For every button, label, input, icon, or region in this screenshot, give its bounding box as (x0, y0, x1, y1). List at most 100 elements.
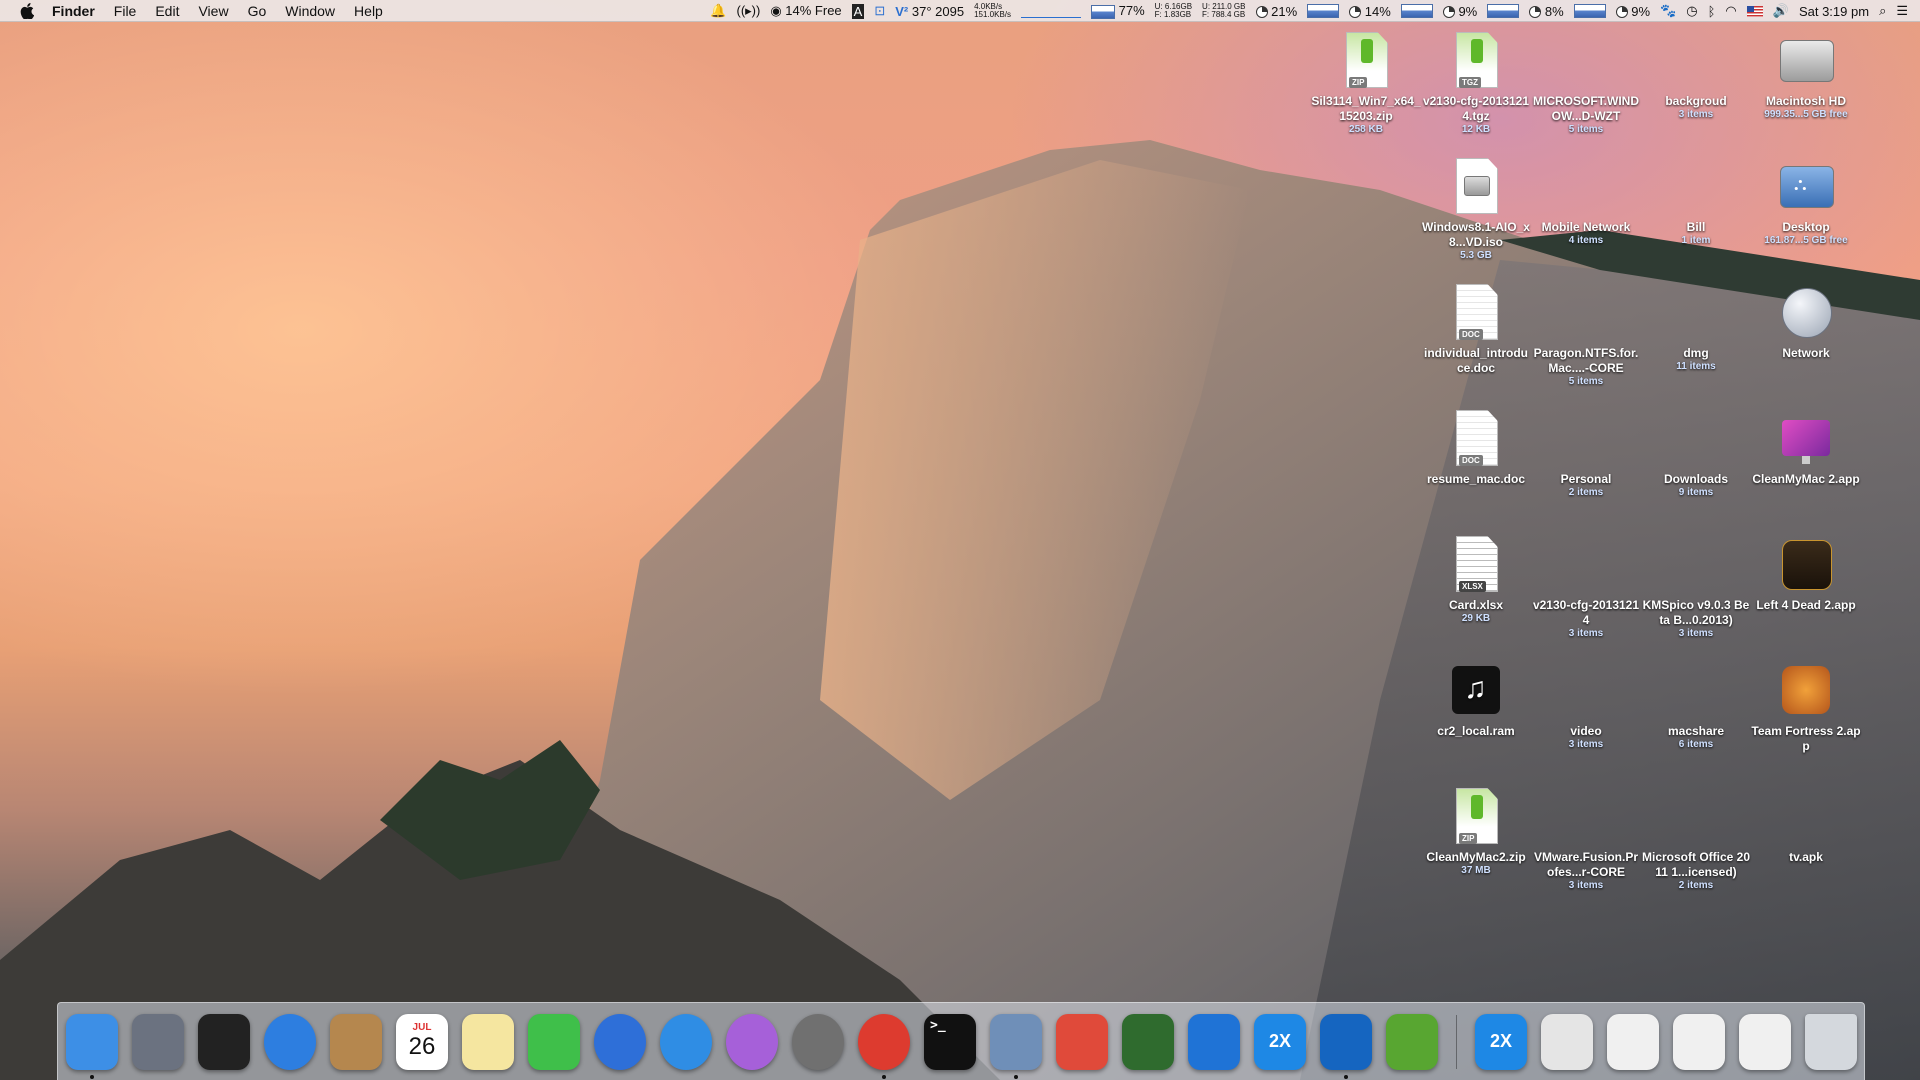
growl-icon[interactable]: 🐾 (1660, 3, 1676, 19)
desktop-icon-app-l4d2[interactable]: Left 4 Dead 2.app (1751, 532, 1861, 613)
dock-teamviewer-icon[interactable] (1188, 1013, 1240, 1070)
desktop-icon-folder[interactable]: dmg 11 items (1641, 280, 1751, 373)
desktop-icon-folder[interactable]: Mobile Network 4 items (1531, 154, 1641, 247)
dock-openoffice-icon[interactable] (1320, 1013, 1372, 1079)
desktop-icon-folder[interactable]: tv.apk (1751, 784, 1861, 865)
dock-calendar-icon[interactable]: JUL 26 (396, 1013, 448, 1070)
folder-icon (1664, 406, 1728, 470)
desktop-icon-folder[interactable]: macshare 6 items (1641, 658, 1751, 751)
dock-2x-client-icon[interactable]: 2X (1254, 1013, 1306, 1070)
menu-go[interactable]: Go (248, 3, 267, 19)
desktop-icon-label: VMware.Fusion.Profes...r-CORE (1533, 850, 1639, 879)
dock-utorrent-icon[interactable] (1386, 1013, 1438, 1070)
memory-clean-status[interactable]: ◉ 14% Free (770, 3, 841, 19)
desktop-icon-label: resume_mac.doc (1426, 472, 1526, 486)
desktop-icon-doc[interactable]: DOC individual_introduce.doc (1421, 280, 1531, 376)
cpu-status-4[interactable]: 8% (1529, 4, 1564, 19)
folder-icon (1664, 28, 1728, 92)
dock-finder-icon[interactable] (66, 1013, 118, 1079)
battery-graph-icon (1091, 4, 1116, 19)
menu-file[interactable]: File (114, 3, 137, 19)
menu-edit[interactable]: Edit (155, 3, 179, 19)
desktop-icon-globe[interactable]: Network (1751, 280, 1861, 361)
font-icon[interactable]: A (851, 3, 865, 19)
clock[interactable]: Sat 3:19 pm (1799, 4, 1869, 19)
desktop-icon-label: Paragon.NTFS.for.Mac....-CORE (1533, 346, 1639, 375)
input-source-flag-icon[interactable] (1746, 5, 1763, 17)
desktop-icon-folder[interactable]: MICROSOFT.WINDOW...D-WZT 5 items (1531, 28, 1641, 136)
desktop-icon-folder[interactable]: Paragon.NTFS.for.Mac....-CORE 5 items (1531, 280, 1641, 388)
time-machine-icon[interactable]: ◷ (1686, 3, 1697, 19)
dock-file-stack-icon[interactable] (1541, 1013, 1593, 1070)
desktop-icon-folder[interactable]: Personal 2 items (1531, 406, 1641, 499)
sync-icon[interactable]: ⊡ (874, 3, 885, 19)
desktop-icon-info: 1 item (1681, 235, 1711, 246)
dock-preview-icon[interactable] (990, 1013, 1042, 1079)
zip-file-icon: ZIP (1334, 28, 1398, 92)
desktop-icon-music[interactable]: ♫ cr2_local.ram (1421, 658, 1531, 739)
wifi-icon[interactable]: ◠ (1725, 3, 1736, 19)
notification-center-icon[interactable]: ☰ (1896, 3, 1908, 19)
dock-terminal-icon[interactable]: >_ (924, 1013, 976, 1070)
app-menu-finder[interactable]: Finder (52, 3, 95, 19)
dock-feedback-icon[interactable] (726, 1013, 778, 1070)
desktop-icon-folder[interactable]: Bill 1 item (1641, 154, 1751, 247)
network-speed[interactable]: 4.0KB/s 151.0KB/s (974, 3, 1011, 19)
disk-usage[interactable]: U: 211.0 GB F: 788.4 GB (1202, 3, 1245, 19)
desktop-icon-doc[interactable]: DOC resume_mac.doc (1421, 406, 1531, 487)
desktop-icon-network-drive[interactable]: ⛬ Desktop 161.87...5 GB free (1751, 154, 1861, 247)
cpu-status-5[interactable]: 9% (1615, 4, 1650, 19)
apple-menu-icon[interactable] (20, 2, 38, 19)
desktop-icon-tgz[interactable]: TGZ v2130-cfg-20131214.tgz 12 KB (1421, 28, 1531, 136)
desktop-icon-label: backgroud (1665, 94, 1727, 108)
bluetooth-icon[interactable]: ᛒ (1708, 4, 1716, 19)
cpu-status-2[interactable]: 14% (1349, 4, 1391, 19)
temperature-status[interactable]: V² 37° 2095 (895, 4, 964, 19)
dock-app-store-icon[interactable] (660, 1013, 712, 1070)
dock-mission-control-icon[interactable] (198, 1013, 250, 1070)
volume-icon[interactable]: 🔊 (1773, 3, 1789, 19)
dock-itunes-icon[interactable] (594, 1013, 646, 1070)
desktop-icon-label: CleanMyMac 2.app (1752, 472, 1860, 486)
desktop-icon-info: 999.35...5 GB free (1764, 109, 1848, 120)
dock-facetime-icon[interactable] (528, 1013, 580, 1070)
desktop-icon-iso[interactable]: Windows8.1-AIO_x8...VD.iso 5.3 GB (1421, 154, 1531, 262)
twox-label: 2X (1268, 1031, 1292, 1051)
desktop-icon-folder[interactable]: v2130-cfg-20131214 3 items (1531, 532, 1641, 640)
desktop-icon-folder[interactable]: VMware.Fusion.Profes...r-CORE 3 items (1531, 784, 1641, 892)
desktop-icon-xlsx[interactable]: XLSX Card.xlsx 29 KB (1421, 532, 1531, 625)
dock-contacts-icon[interactable] (330, 1013, 382, 1070)
dock-2x-app-icon[interactable]: 2X (1475, 1013, 1527, 1070)
cpu-status-3[interactable]: 9% (1442, 4, 1477, 19)
notification-icon[interactable]: 🔔 (710, 3, 726, 19)
dock-memory-monitor-icon[interactable] (1122, 1013, 1174, 1070)
desktop-icon-app-cleanmymac[interactable]: CleanMyMac 2.app (1751, 406, 1861, 487)
dock-remote-desktop-icon[interactable] (1056, 1013, 1108, 1070)
menu-help[interactable]: Help (354, 3, 383, 19)
dock-launchpad-icon[interactable] (132, 1013, 184, 1070)
desktop-icon-folder[interactable]: video 3 items (1531, 658, 1641, 751)
desktop-icon-folder[interactable]: Downloads 9 items (1641, 406, 1751, 499)
desktop-icon-zip[interactable]: ZIP Sil3114_Win7_x64_15203.zip 258 KB (1311, 28, 1421, 136)
dock-safari-icon[interactable] (264, 1013, 316, 1070)
battery-status[interactable]: 77% (1091, 3, 1145, 19)
spotlight-search-icon[interactable]: ⌕ (1879, 3, 1886, 19)
memory-usage[interactable]: U: 6.16GB F: 1.83GB (1155, 3, 1192, 19)
desktop-icon-folder[interactable]: backgroud 3 items (1641, 28, 1751, 121)
cpu-status-1[interactable]: 21% (1255, 4, 1297, 19)
dock-window-stack-icon[interactable] (1673, 1013, 1725, 1070)
dock-trash-icon[interactable] (1805, 1013, 1857, 1070)
desktop-icon-hdd[interactable]: Macintosh HD 999.35...5 GB free (1751, 28, 1861, 121)
dock-document-stack-icon[interactable] (1607, 1013, 1659, 1070)
dock-system-preferences-icon[interactable] (792, 1013, 844, 1070)
dock-chrome-icon[interactable] (858, 1013, 910, 1079)
menu-window[interactable]: Window (285, 3, 335, 19)
desktop-icon-app-tf2[interactable]: Team Fortress 2.app (1751, 658, 1861, 754)
airplay-icon[interactable]: ((▸)) (736, 3, 760, 19)
dock-notes-icon[interactable] (462, 1013, 514, 1070)
menu-view[interactable]: View (198, 3, 228, 19)
desktop-icon-folder[interactable]: Microsoft Office 2011 1...icensed) 2 item… (1641, 784, 1751, 892)
dock-screenshot-stack-icon[interactable] (1739, 1013, 1791, 1070)
desktop-icon-zip[interactable]: ZIP CleanMyMac2.zip 37 MB (1421, 784, 1531, 877)
desktop-icon-folder[interactable]: KMSpico v9.0.3 Beta B...0.2013) 3 items (1641, 532, 1751, 640)
